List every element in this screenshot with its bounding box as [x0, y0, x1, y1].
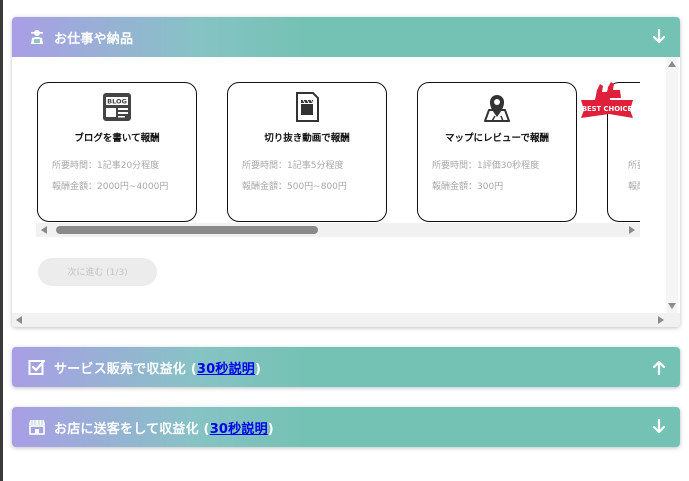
card-blog[interactable]: BLOG ブログを書いて報酬 所要時間：1記事20分程度 報酬金額：2000円~…: [37, 82, 197, 222]
card-time: 所要時間：1評価30秒程度: [432, 161, 540, 171]
panel-vertical-scrollbar[interactable]: [666, 57, 678, 313]
map-pin-icon: [481, 91, 513, 123]
arrow-down-icon[interactable]: [652, 28, 666, 46]
blog-icon: BLOG: [101, 91, 133, 123]
best-choice-badge: BEST CHOICE: [581, 82, 633, 118]
window-edge: [0, 0, 3, 481]
work-panel-header[interactable]: お仕事や納品: [12, 17, 680, 57]
card-time: 所要: [628, 161, 640, 171]
work-panel: お仕事や納品 BLOG ブログを書いて報酬 所要時間：1記事20分程度 報酬金額…: [12, 17, 680, 327]
store-panel-header[interactable]: お店に送客をして収益化 (30秒説明): [12, 407, 680, 447]
cards-scrollbar[interactable]: [36, 223, 640, 237]
store-panel: お店に送客をして収益化 (30秒説明): [12, 407, 680, 447]
cards-scroll-thumb[interactable]: [56, 226, 318, 234]
store-title-suffix: ): [267, 421, 274, 437]
card-time: 所要時間：1記事5分程度: [242, 161, 344, 171]
scroll-down-icon[interactable]: [668, 303, 676, 309]
card-time: 所要時間：1記事20分程度: [52, 161, 160, 171]
card-reward: 報酬: [628, 182, 640, 192]
worker-icon: [28, 28, 46, 46]
svg-text:BLOG: BLOG: [107, 98, 127, 106]
service-panel: サービス販売で収益化 (30秒説明): [12, 347, 680, 387]
scroll-left-icon[interactable]: [41, 226, 47, 234]
card-title: ブログを書いて報酬: [74, 133, 160, 144]
scroll-right-icon[interactable]: [629, 226, 635, 234]
panel-horizontal-scrollbar[interactable]: [12, 313, 680, 327]
scroll-right-icon[interactable]: [658, 316, 664, 324]
scroll-up-icon[interactable]: [668, 61, 676, 67]
service-panel-title: サービス販売で収益化 (30秒説明): [54, 358, 261, 377]
work-panel-title: お仕事や納品: [54, 31, 134, 47]
service-explain-link[interactable]: 30秒説明: [197, 362, 255, 377]
service-title-suffix: ): [254, 361, 262, 377]
store-icon: [28, 418, 46, 436]
card-reward: 報酬金額：2000円~4000円: [52, 182, 169, 192]
card-video-clip[interactable]: 切り抜き動画で報酬 所要時間：1記事5分程度 報酬金額：500円~800円: [227, 82, 387, 222]
arrow-down-icon[interactable]: [652, 418, 666, 436]
store-panel-title: お店に送客をして収益化 (30秒説明): [54, 418, 274, 437]
work-panel-body: BLOG ブログを書いて報酬 所要時間：1記事20分程度 報酬金額：2000円~…: [12, 57, 680, 327]
cards-carousel[interactable]: BLOG ブログを書いて報酬 所要時間：1記事20分程度 報酬金額：2000円~…: [36, 82, 640, 224]
service-title-text: サービス販売で収益化 (: [54, 361, 197, 377]
card-reward: 報酬金額：500円~800円: [242, 182, 347, 192]
next-button[interactable]: 次に進む (1/3): [38, 258, 157, 286]
checkbox-icon: [28, 358, 46, 376]
video-clip-icon: [291, 91, 323, 123]
store-title-text: お店に送客をして収益化 (: [54, 421, 210, 437]
scroll-left-icon[interactable]: [16, 316, 22, 324]
service-panel-header[interactable]: サービス販売で収益化 (30秒説明): [12, 347, 680, 387]
card-title: マップにレビューで報酬: [445, 133, 549, 144]
card-map-review[interactable]: マップにレビューで報酬 所要時間：1評価30秒程度 報酬金額：300円: [417, 82, 577, 222]
arrow-up-icon[interactable]: [652, 358, 666, 376]
card-reward: 報酬金額：300円: [432, 182, 504, 192]
store-explain-link[interactable]: 30秒説明: [210, 422, 268, 437]
badge-text: BEST CHOICE: [582, 105, 633, 113]
card-title: 切り抜き動画で報酬: [264, 133, 350, 144]
